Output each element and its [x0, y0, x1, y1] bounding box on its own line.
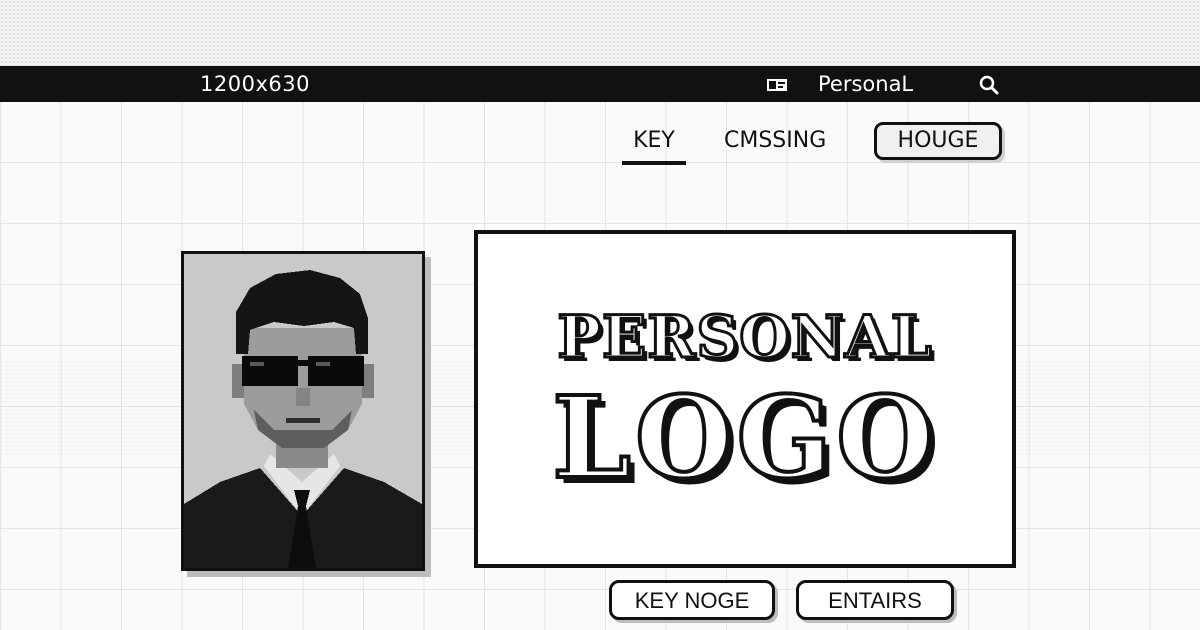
top-bar: 1200x630 PersonaL: [0, 66, 1200, 102]
top-dither-pattern: [0, 0, 1200, 66]
profile-portrait: [181, 251, 425, 571]
tab-houge[interactable]: HOUGE: [874, 122, 1002, 160]
entairs-button[interactable]: ENTAIRS: [796, 580, 954, 620]
search-icon[interactable]: [978, 74, 1000, 96]
personal-logo-card: PERSONAL LOGO: [474, 230, 1016, 568]
user-name[interactable]: PersonaL: [818, 71, 913, 97]
tab-key[interactable]: KEY: [622, 127, 686, 155]
tab-cmssing[interactable]: CMSSING: [724, 127, 826, 155]
id-card-icon: [766, 77, 788, 91]
key-noge-button[interactable]: KEY NOGE: [609, 580, 775, 620]
logo-title-line1: PERSONAL: [556, 303, 933, 372]
dimensions-label: 1200x630: [200, 72, 310, 96]
logo-title-line2: LOGO: [550, 373, 938, 504]
person-with-sunglasses-portrait: [184, 254, 422, 568]
active-tab-underline: [622, 161, 686, 165]
